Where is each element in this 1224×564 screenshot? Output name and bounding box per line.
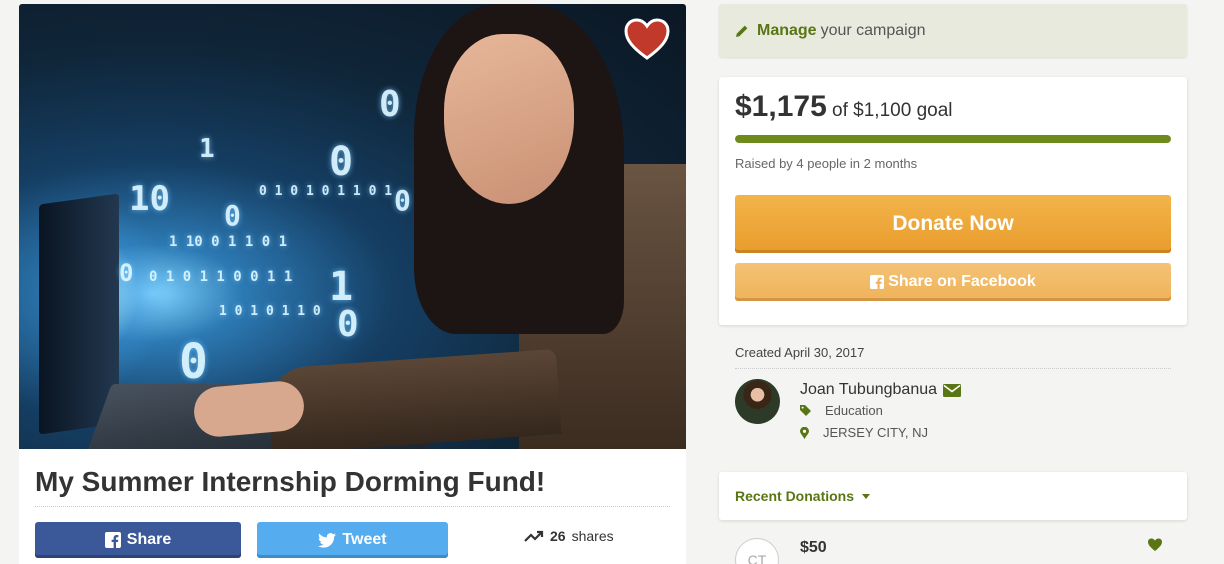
manage-rest: your campaign: [820, 21, 926, 39]
binary-digit: 1 10 0 1 1 0 1: [169, 234, 288, 250]
trending-up-icon: [524, 530, 544, 542]
progress-bar: [735, 135, 1171, 143]
raised-value: $1,175: [735, 90, 827, 123]
envelope-icon[interactable]: [943, 383, 962, 397]
binary-digit: 10: [129, 179, 170, 219]
binary-digit: 0: [179, 334, 208, 390]
binary-digit: 0: [337, 304, 359, 345]
facebook-share-button[interactable]: Share: [35, 522, 241, 558]
location-label: JERSEY CITY, NJ: [823, 425, 928, 440]
goal-text: of $1,100 goal: [832, 100, 953, 121]
binary-digit: 1: [199, 134, 215, 164]
tweet-button[interactable]: Tweet: [257, 522, 448, 558]
binary-digit: 1 0 1 0 1 1 0: [219, 304, 321, 319]
pencil-icon: [736, 25, 748, 37]
facebook-share-label: Share: [126, 531, 172, 548]
donation-list-item: CT $50: [719, 528, 1187, 564]
tweet-label: Tweet: [342, 531, 387, 548]
twitter-icon: [318, 532, 337, 548]
progress-fill: [735, 135, 1171, 143]
binary-digit: 0: [379, 84, 401, 125]
shares-count: 26 shares: [524, 528, 614, 544]
donation-amount: $50: [800, 539, 827, 556]
binary-digit: 0: [119, 259, 134, 287]
map-pin-icon: [800, 426, 809, 439]
binary-digit: 0 1 0 1 1 0 0 1 1: [149, 269, 293, 285]
share-on-facebook-button[interactable]: Share on Facebook: [735, 263, 1171, 301]
divider: [735, 368, 1171, 369]
organizer-name-link[interactable]: Joan Tubungbanua: [800, 381, 962, 399]
recent-donations-label: Recent Donations: [735, 488, 855, 504]
shares-label: shares: [571, 528, 614, 544]
raised-amount: $1,175 of $1,100 goal: [735, 90, 953, 124]
binary-digit: 0: [329, 139, 354, 185]
facebook-icon: [870, 275, 885, 289]
organizer-avatar[interactable]: [735, 379, 780, 424]
donor-avatar: CT: [735, 538, 779, 564]
heart-icon: [624, 18, 670, 60]
heart-icon[interactable]: [1147, 537, 1163, 553]
favorite-button[interactable]: [623, 18, 671, 62]
manage-strong: Manage: [757, 21, 817, 39]
tag-icon: [800, 405, 811, 416]
chevron-down-icon: [862, 493, 871, 499]
recent-donations-dropdown[interactable]: Recent Donations: [735, 488, 871, 504]
created-date: Created April 30, 2017: [735, 345, 865, 360]
recent-donations-card: Recent Donations: [719, 472, 1187, 520]
campaign-hero-image: 10 1 0 0 0 0 0 1 0 0 0 0 1 10 0 1 1 0 1 …: [19, 4, 686, 449]
location: JERSEY CITY, NJ: [800, 425, 928, 440]
binary-digit: 0 1 0 1 0 1 1 0 1: [259, 184, 393, 199]
person-face: [444, 34, 574, 204]
facebook-icon: [104, 532, 121, 548]
donation-summary-card: $1,175 of $1,100 goal Raised by 4 people…: [719, 77, 1187, 325]
share-on-facebook-label: Share on Facebook: [888, 273, 1036, 290]
donate-now-button[interactable]: Donate Now: [735, 195, 1171, 253]
manage-campaign-link[interactable]: Manage your campaign: [719, 4, 1187, 57]
category-link[interactable]: Education: [800, 403, 883, 418]
binary-digit: 0: [394, 184, 411, 217]
category-label: Education: [825, 403, 883, 418]
campaign-title: My Summer Internship Dorming Fund!: [35, 466, 670, 507]
campaign-card: 10 1 0 0 0 0 0 1 0 0 0 0 1 10 0 1 1 0 1 …: [19, 4, 686, 564]
organizer-name: Joan Tubungbanua: [800, 381, 938, 398]
binary-digit: 0: [224, 199, 241, 232]
person-arm: [266, 348, 562, 449]
raised-by-text: Raised by 4 people in 2 months: [735, 156, 918, 171]
shares-number: 26: [550, 528, 566, 544]
